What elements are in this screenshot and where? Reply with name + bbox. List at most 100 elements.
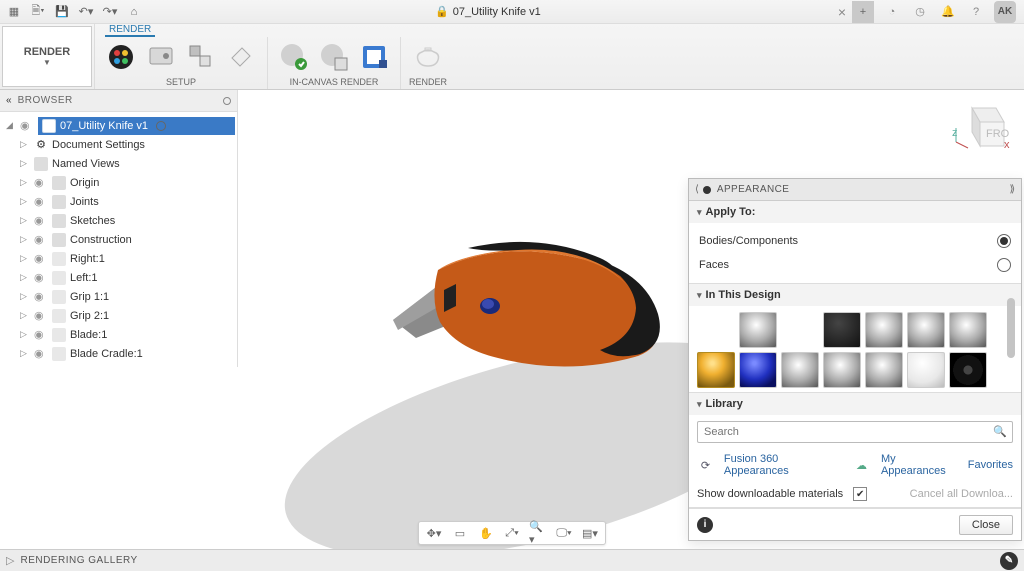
tree-row[interactable]: ▷⚙Document Settings [2,135,235,154]
tree-row[interactable]: ▷◉Blade:1 [2,325,235,344]
library-search-input[interactable] [697,421,1013,443]
expand-icon[interactable]: ▷ [20,158,30,169]
redo-icon[interactable]: ↷▾ [100,2,120,22]
fit-icon[interactable]: 🔍▾ [529,524,547,542]
browser-pin-icon[interactable] [223,97,231,105]
tab-render[interactable]: RENDER [105,24,155,37]
material-swatch[interactable] [697,352,735,388]
material-swatch[interactable] [949,352,987,388]
tree-row[interactable]: ▷◉Left:1 [2,268,235,287]
appearance-header[interactable]: ⟨ APPEARANCE ⟫ [689,179,1021,201]
tree-row[interactable]: ▷◉Blade Cradle:1 [2,344,235,363]
incanvas-render-button[interactable] [276,39,312,75]
orbit-icon[interactable]: ✥▾ [425,524,443,542]
close-button[interactable]: Close [959,515,1013,535]
user-avatar[interactable]: AK [994,1,1016,23]
statusbar-expand-icon[interactable]: ▷ [6,554,14,567]
expand-icon[interactable]: ▷ [20,310,30,321]
capture-image-button[interactable] [356,39,392,75]
material-swatch[interactable] [865,352,903,388]
visibility-icon[interactable]: ◉ [34,328,48,341]
tree-row[interactable]: ▷◉Sketches [2,211,235,230]
tree-root-row[interactable]: ◢ ◉ ▭ 07_Utility Knife v1 [2,116,235,135]
apply-to-section-head[interactable]: Apply To: [689,201,1021,223]
tree-row[interactable]: ▷◉Origin [2,173,235,192]
tree-row[interactable]: ▷◉Right:1 [2,249,235,268]
browser-collapse-icon[interactable]: « [6,95,12,106]
option-bodies[interactable]: Bodies/Components [699,229,1011,253]
render-teapot-button[interactable] [410,39,446,75]
tree-row[interactable]: ▷Named Views [2,154,235,173]
help-icon[interactable]: ? [966,2,986,22]
visibility-icon[interactable]: ◉ [20,119,34,132]
job-status-icon[interactable]: ◷ [910,2,930,22]
material-swatch[interactable] [907,312,945,348]
option-faces[interactable]: Faces [699,253,1011,277]
tab-my-appearances[interactable]: My Appearances [881,453,958,477]
new-tab-button[interactable]: + [852,1,874,23]
save-icon[interactable]: 💾 [52,2,72,22]
radio-faces[interactable] [997,258,1011,272]
expand-icon[interactable]: ▷ [20,272,30,283]
expand-icon[interactable]: ▷ [20,329,30,340]
expand-icon[interactable]: ▷ [20,253,30,264]
incanvas-settings-button[interactable] [316,39,352,75]
material-swatch[interactable] [739,312,777,348]
visibility-icon[interactable]: ◉ [34,309,48,322]
cancel-downloads-link[interactable]: Cancel all Downloa... [910,488,1013,500]
panel-expand-icon[interactable]: ⟫ [1009,184,1015,195]
tab-fusion-appearances[interactable]: Fusion 360 Appearances [724,453,838,477]
show-downloadable-checkbox[interactable] [853,487,867,501]
apps-grid-icon[interactable]: ▦ [4,2,24,22]
appearance-button[interactable] [103,39,139,75]
in-this-design-head[interactable]: In This Design [689,284,1021,306]
visibility-icon[interactable]: ◉ [34,195,48,208]
material-swatch[interactable] [865,312,903,348]
refresh-icon[interactable]: ⟳ [697,456,714,474]
visibility-icon[interactable]: ◉ [34,347,48,360]
panel-collapse-left-icon[interactable]: ⟨ [695,184,699,195]
material-swatch[interactable] [907,352,945,388]
material-swatch[interactable] [949,312,987,348]
visibility-icon[interactable]: ◉ [34,214,48,227]
material-swatch[interactable] [739,352,777,388]
undo-icon[interactable]: ↶▾ [76,2,96,22]
tree-row[interactable]: ▷◉Grip 2:1 [2,306,235,325]
tab-close-button[interactable]: × [832,4,852,20]
look-at-icon[interactable]: ▭ [451,524,469,542]
visibility-icon[interactable]: ◉ [34,271,48,284]
library-head[interactable]: Library [689,393,1021,415]
view-cube[interactable]: FRONT z x [950,98,1010,158]
visibility-icon[interactable]: ◉ [34,176,48,189]
expand-icon[interactable]: ▷ [20,234,30,245]
material-swatch[interactable] [823,312,861,348]
expand-icon[interactable]: ▷ [20,139,30,150]
radio-bodies[interactable] [997,234,1011,248]
pan-icon[interactable]: ✋ [477,524,495,542]
notifications-icon[interactable]: 🔔 [938,2,958,22]
expand-icon[interactable]: ◢ [6,120,16,131]
visibility-icon[interactable]: ◉ [34,233,48,246]
info-icon[interactable]: i [697,517,713,533]
tab-favorites[interactable]: Favorites [968,459,1013,471]
zoom-icon[interactable]: ⤢▾ [503,524,521,542]
visibility-icon[interactable]: ◉ [34,252,48,265]
tree-row[interactable]: ▷◉Grip 1:1 [2,287,235,306]
rendering-gallery-label[interactable]: RENDERING GALLERY [20,555,137,566]
material-swatch[interactable] [823,352,861,388]
expand-icon[interactable]: ▷ [20,291,30,302]
home-icon[interactable]: ⌂ [124,2,144,22]
texture-map-button[interactable] [183,39,219,75]
expand-icon[interactable]: ▷ [20,215,30,226]
workspace-switcher[interactable]: RENDER ▼ [2,26,92,87]
file-icon[interactable]: 🗎▾ [28,2,48,22]
expand-icon[interactable]: ▷ [20,177,30,188]
active-component-indicator[interactable] [156,121,166,131]
tree-row[interactable]: ▷◉Construction [2,230,235,249]
display-settings-icon[interactable]: 🖵▾ [555,524,573,542]
material-swatch[interactable] [781,352,819,388]
decal-button[interactable] [223,39,259,75]
swatch-scrollbar[interactable] [1007,284,1017,392]
tree-row[interactable]: ▷◉Joints [2,192,235,211]
grid-settings-icon[interactable]: ▤▾ [581,524,599,542]
